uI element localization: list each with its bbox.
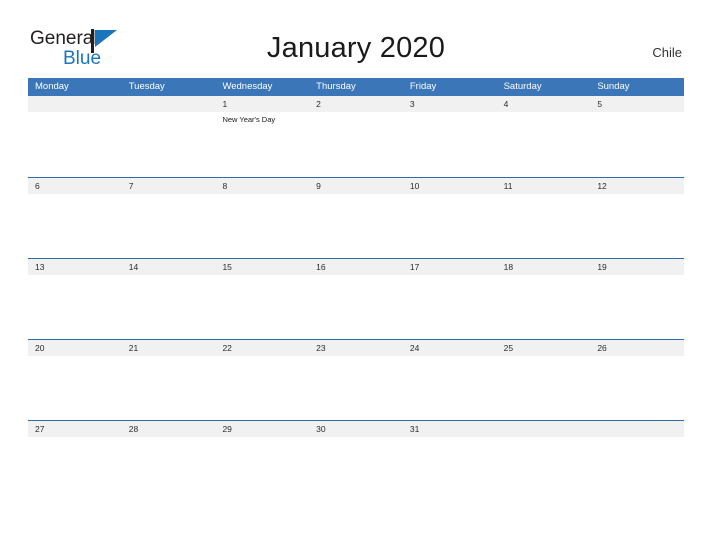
weekday-header-tuesday: Tuesday — [128, 81, 165, 92]
day-number: 9 — [316, 181, 321, 191]
day-number: 8 — [222, 181, 228, 191]
day-cell[interactable]: 14 — [122, 259, 216, 339]
day-number: 7 — [128, 181, 134, 191]
page-title: January 2020 — [266, 32, 446, 64]
day-cell[interactable]: 9 — [309, 178, 403, 258]
calendar-grid: Monday Tuesday Wednesday Thursday Friday… — [28, 78, 684, 501]
day-cell[interactable]: 8 — [215, 178, 309, 258]
day-cell[interactable]: 22 — [215, 340, 309, 420]
day-cell[interactable]: 19 — [590, 259, 684, 339]
day-cell[interactable]: 26 — [590, 340, 684, 420]
day-number: 20 — [35, 343, 45, 353]
day-number: 2 — [316, 99, 321, 109]
day-cell[interactable]: 5 — [590, 96, 684, 177]
calendar-page: General Blue January 2020 Chile Monday T… — [0, 0, 712, 550]
day-cell[interactable]: 27 — [28, 421, 122, 501]
day-number: 12 — [597, 181, 607, 191]
day-number: 10 — [409, 181, 420, 191]
day-number: 13 — [35, 262, 45, 272]
day-number: 24 — [409, 343, 420, 353]
day-cell[interactable]: 2 — [309, 96, 403, 177]
day-number: 22 — [222, 343, 232, 353]
country-label: Chile — [652, 45, 682, 60]
day-number: 28 — [128, 424, 139, 434]
day-cell[interactable]: 4 — [497, 96, 591, 177]
day-cell[interactable] — [497, 421, 591, 501]
day-number: 14 — [128, 262, 139, 272]
day-number: 15 — [222, 262, 232, 272]
day-cell[interactable] — [122, 96, 216, 177]
day-cell[interactable]: 6 — [28, 178, 122, 258]
day-number: 29 — [222, 424, 232, 434]
day-cell[interactable]: 21 — [122, 340, 216, 420]
weekday-header-monday: Monday — [35, 81, 69, 92]
day-cell[interactable] — [590, 421, 684, 501]
day-cell[interactable]: 10 — [403, 178, 497, 258]
day-cell[interactable] — [28, 96, 122, 177]
day-number: 27 — [35, 424, 45, 434]
day-cell[interactable]: 20 — [28, 340, 122, 420]
day-number: 1 — [222, 99, 228, 109]
day-number: 16 — [316, 262, 326, 272]
day-cell[interactable]: 28 — [122, 421, 216, 501]
day-cell[interactable]: 15 — [215, 259, 309, 339]
day-number: 3 — [409, 99, 415, 109]
week-row: 13 14 15 16 17 18 19 — [28, 258, 684, 339]
day-number: 30 — [316, 424, 326, 434]
day-cell[interactable]: 1 New Year's Day — [215, 96, 309, 177]
week-row: 6 7 8 9 10 11 12 — [28, 177, 684, 258]
day-cell[interactable]: 12 — [590, 178, 684, 258]
day-cell[interactable]: 29 — [215, 421, 309, 501]
day-cell[interactable]: 13 — [28, 259, 122, 339]
page-header: General Blue January 2020 Chile — [0, 0, 712, 78]
day-number: 19 — [597, 262, 607, 272]
week-row: 1 New Year's Day 2 3 4 5 — [28, 96, 684, 177]
week-row: 20 21 22 23 24 25 26 — [28, 339, 684, 420]
weekday-header-wednesday: Wednesday — [222, 81, 273, 92]
day-number: 21 — [128, 343, 139, 353]
day-cell[interactable]: 24 — [403, 340, 497, 420]
day-number: 4 — [503, 99, 509, 109]
weekday-header-row: Monday Tuesday Wednesday Thursday Friday… — [28, 78, 684, 96]
day-cell[interactable]: 30 — [309, 421, 403, 501]
weekday-header-thursday: Thursday — [316, 81, 356, 92]
day-cell[interactable]: 11 — [497, 178, 591, 258]
day-cell[interactable]: 17 — [403, 259, 497, 339]
day-number: 26 — [597, 343, 607, 353]
weekday-header-friday: Friday — [409, 81, 437, 92]
day-number: 11 — [503, 181, 513, 191]
weekday-header-saturday: Saturday — [503, 81, 542, 92]
day-cell[interactable]: 7 — [122, 178, 216, 258]
day-number: 31 — [409, 424, 420, 434]
day-number: 25 — [503, 343, 514, 353]
day-number: 18 — [503, 262, 514, 272]
weekday-header-sunday: Sunday — [597, 81, 630, 92]
day-cell[interactable]: 23 — [309, 340, 403, 420]
day-number: 6 — [35, 181, 40, 191]
day-number: 5 — [597, 99, 603, 109]
day-cell[interactable]: 16 — [309, 259, 403, 339]
day-event: New Year's Day — [222, 115, 276, 124]
day-number: 23 — [316, 343, 326, 353]
day-number: 17 — [409, 262, 420, 272]
day-cell[interactable]: 3 — [403, 96, 497, 177]
day-cell[interactable]: 31 — [403, 421, 497, 501]
day-cell[interactable]: 25 — [497, 340, 591, 420]
week-row: 27 28 29 30 31 — [28, 420, 684, 501]
day-cell[interactable]: 18 — [497, 259, 591, 339]
